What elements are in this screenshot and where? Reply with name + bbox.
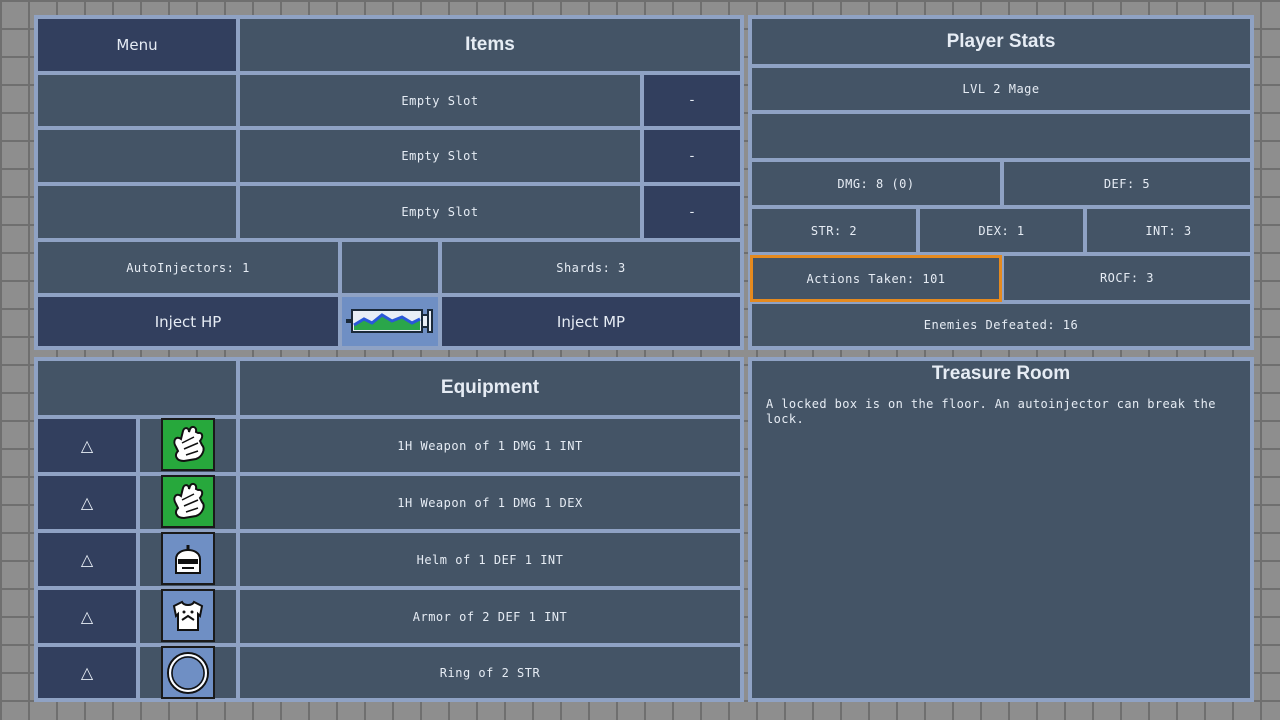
item-slot-icon	[36, 128, 238, 184]
item-slot-name: Empty Slot	[238, 73, 642, 128]
stat-str: STR: 2	[750, 207, 918, 254]
items-title: Items	[238, 17, 742, 73]
equip-up-button[interactable]: △	[36, 474, 138, 531]
equipment-header-spacer	[36, 359, 238, 417]
glove-icon	[161, 475, 215, 528]
inject-mp-button[interactable]: Inject MP	[440, 295, 742, 348]
equip-name: Ring of 2 STR	[238, 645, 742, 700]
item-slot-action-button[interactable]: -	[642, 73, 742, 128]
equip-up-button[interactable]: △	[36, 645, 138, 700]
equip-up-button[interactable]: △	[36, 417, 138, 474]
injector-spacer	[340, 240, 440, 295]
equip-name: 1H Weapon of 1 DMG 1 INT	[238, 417, 742, 474]
equip-name: Helm of 1 DEF 1 INT	[238, 531, 742, 588]
stat-dmg: DMG: 8 (0)	[750, 160, 1002, 207]
stat-int: INT: 3	[1085, 207, 1252, 254]
ring-icon	[161, 646, 215, 699]
room-description: A locked box is on the floor. An autoinj…	[766, 397, 1216, 426]
menu-button[interactable]: Menu	[36, 17, 238, 73]
stat-def: DEF: 5	[1002, 160, 1252, 207]
glove-icon	[161, 418, 215, 471]
helm-icon	[161, 532, 215, 585]
player-level: LVL 2 Mage	[750, 66, 1252, 112]
autoinjectors-count: AutoInjectors: 1	[36, 240, 340, 295]
syringe-icon	[340, 295, 440, 348]
room-description-box: Treasure Room A locked box is on the flo…	[750, 359, 1252, 700]
equip-up-button[interactable]: △	[36, 531, 138, 588]
room-title: Treasure Room	[931, 363, 1071, 384]
stat-dex: DEX: 1	[918, 207, 1085, 254]
equip-name: Armor of 2 DEF 1 INT	[238, 588, 742, 645]
item-slot-icon	[36, 184, 238, 240]
equipment-title: Equipment	[238, 359, 742, 417]
enemies-defeated: Enemies Defeated: 16	[750, 302, 1252, 348]
armor-icon	[161, 589, 215, 642]
item-slot-name: Empty Slot	[238, 184, 642, 240]
stats-spacer	[750, 112, 1252, 160]
shards-count: Shards: 3	[440, 240, 742, 295]
equip-up-button[interactable]: △	[36, 588, 138, 645]
actions-taken: Actions Taken: 101	[750, 255, 1002, 302]
item-slot-action-button[interactable]: -	[642, 128, 742, 184]
equip-name: 1H Weapon of 1 DMG 1 DEX	[238, 474, 742, 531]
item-slot-action-button[interactable]: -	[642, 184, 742, 240]
inject-hp-button[interactable]: Inject HP	[36, 295, 340, 348]
item-slot-name: Empty Slot	[238, 128, 642, 184]
stat-rocf: ROCF: 3	[1002, 254, 1252, 302]
item-slot-icon	[36, 73, 238, 128]
stats-title: Player Stats	[750, 17, 1252, 66]
